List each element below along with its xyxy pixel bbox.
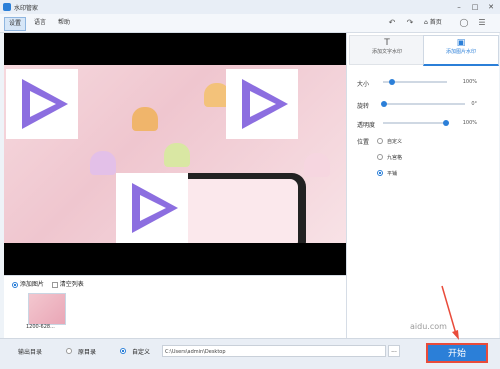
position-custom-radio[interactable] bbox=[377, 138, 383, 144]
start-button[interactable]: 开始 bbox=[426, 343, 488, 363]
play-logo-icon bbox=[22, 79, 68, 129]
cupcake-image bbox=[304, 153, 330, 177]
browse-button[interactable]: ... bbox=[388, 345, 400, 357]
annotation-arrow-icon bbox=[441, 285, 459, 340]
custom-dir-label: 自定义 bbox=[132, 349, 151, 356]
minimize-icon[interactable]: – bbox=[452, 2, 466, 12]
preview-image bbox=[4, 65, 346, 243]
close-icon[interactable]: ✕ bbox=[484, 2, 498, 12]
rotate-slider-knob[interactable] bbox=[381, 101, 387, 107]
cupcake-image bbox=[90, 151, 116, 175]
settings-panel: T 添加文字水印 ▣ 添加图片水印 大小 100% 旋转 0° 透明度 100%… bbox=[346, 33, 499, 338]
play-logo-icon bbox=[242, 79, 288, 129]
cupcake-image bbox=[164, 143, 190, 167]
orig-dir-label: 原目录 bbox=[78, 349, 97, 356]
maximize-icon[interactable]: □ bbox=[468, 2, 482, 12]
watermark-logo[interactable] bbox=[116, 173, 188, 243]
position-grid-label: 九宫格 bbox=[387, 155, 403, 161]
opacity-value: 100% bbox=[462, 120, 477, 126]
bottom-bar: 输出目录 原目录 自定义 C:\Users\admin\Desktop ... … bbox=[0, 338, 500, 369]
image-thumbnail[interactable] bbox=[28, 293, 66, 325]
window-title: 水印管家 bbox=[14, 5, 39, 12]
watermark-logo[interactable] bbox=[6, 69, 78, 139]
size-slider-knob[interactable] bbox=[389, 79, 395, 85]
output-dir-label: 输出目录 bbox=[18, 349, 43, 356]
rotate-value: 0° bbox=[471, 101, 477, 107]
tab-image-watermark[interactable]: ▣ 添加图片水印 bbox=[423, 35, 499, 66]
position-tile-label: 平铺 bbox=[387, 171, 398, 177]
text-box-icon: T bbox=[384, 38, 390, 48]
clear-list-checkbox[interactable] bbox=[51, 281, 58, 288]
home-button[interactable]: ⌂ 首页 bbox=[424, 18, 454, 28]
add-image-icon[interactable] bbox=[12, 281, 18, 288]
output-path-input[interactable]: C:\Users\admin\Desktop bbox=[162, 345, 386, 357]
size-label: 大小 bbox=[357, 81, 370, 88]
position-tile-radio[interactable] bbox=[377, 170, 383, 176]
menu-icon[interactable]: ☰ bbox=[476, 17, 488, 29]
thumbnail-label: 1200-628... bbox=[26, 324, 55, 330]
list-controls: 添加图片 清空列表 bbox=[12, 279, 84, 288]
position-grid-radio[interactable] bbox=[377, 154, 383, 160]
tab-text-label: 添加文字水印 bbox=[371, 49, 402, 55]
site-watermark: aidu.com bbox=[410, 322, 447, 331]
position-custom-label: 自定义 bbox=[387, 139, 403, 145]
toolbar: 设置 语言 帮助 ↶ ↷ ⌂ 首页 ◯ ☰ bbox=[0, 14, 500, 33]
opacity-label: 透明度 bbox=[357, 122, 376, 129]
custom-dir-radio[interactable] bbox=[120, 348, 126, 354]
watermark-logo[interactable] bbox=[226, 69, 298, 139]
app-logo-icon bbox=[3, 3, 11, 11]
title-bar: 水印管家 – □ ✕ bbox=[0, 0, 500, 15]
opacity-slider[interactable] bbox=[383, 122, 449, 124]
menu-language[interactable]: 语言 bbox=[30, 17, 50, 29]
menu-settings[interactable]: 设置 bbox=[4, 17, 27, 31]
add-image-button[interactable]: 添加图片 bbox=[20, 281, 44, 288]
image-preview bbox=[4, 33, 346, 275]
chat-icon[interactable]: ◯ bbox=[458, 17, 470, 29]
home-label: 首页 bbox=[429, 19, 442, 26]
tab-text-watermark[interactable]: T 添加文字水印 bbox=[349, 35, 425, 65]
tab-image-label: 添加图片水印 bbox=[445, 49, 476, 55]
size-value: 100% bbox=[462, 79, 477, 85]
menu-help[interactable]: 帮助 bbox=[54, 17, 74, 29]
cupcake-image bbox=[132, 107, 158, 131]
image-list: 添加图片 清空列表 1200-628... bbox=[4, 275, 346, 339]
undo-icon[interactable]: ↶ bbox=[386, 17, 398, 29]
redo-icon[interactable]: ↷ bbox=[404, 17, 416, 29]
clear-list-button[interactable]: 清空列表 bbox=[60, 281, 84, 288]
rotate-label: 旋转 bbox=[357, 103, 370, 110]
orig-dir-radio[interactable] bbox=[66, 348, 72, 354]
position-label: 位置 bbox=[357, 139, 370, 146]
image-icon: ▣ bbox=[456, 38, 466, 48]
play-logo-icon bbox=[132, 183, 178, 233]
